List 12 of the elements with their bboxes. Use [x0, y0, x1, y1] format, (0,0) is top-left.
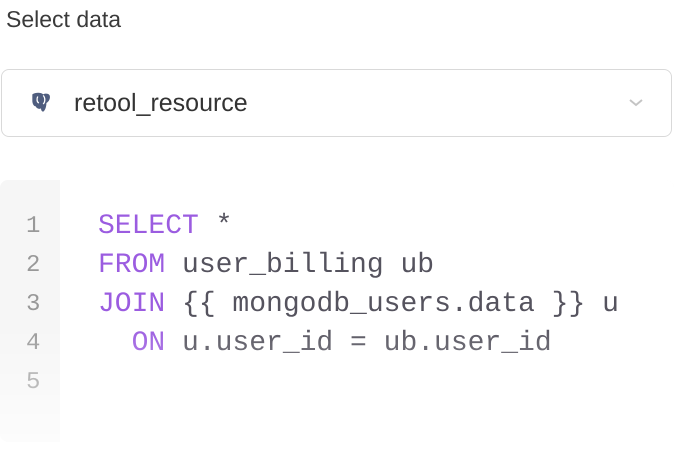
- line-number: 4: [25, 329, 42, 359]
- line-number: 1: [25, 212, 42, 242]
- code-line: JOIN {{ mongodb_users.data }} u: [98, 289, 619, 320]
- line-number: 3: [25, 290, 42, 320]
- section-title: Select data: [6, 6, 122, 33]
- code-line: SELECT *: [98, 211, 232, 242]
- line-number: 5: [25, 368, 42, 398]
- resource-select[interactable]: retool_resource: [1, 69, 672, 137]
- chevron-down-icon: [629, 99, 643, 107]
- line-number: 2: [25, 251, 42, 281]
- code-line: FROM user_billing ub: [98, 250, 434, 281]
- code-line: ON u.user_id = ub.user_id: [130, 328, 552, 359]
